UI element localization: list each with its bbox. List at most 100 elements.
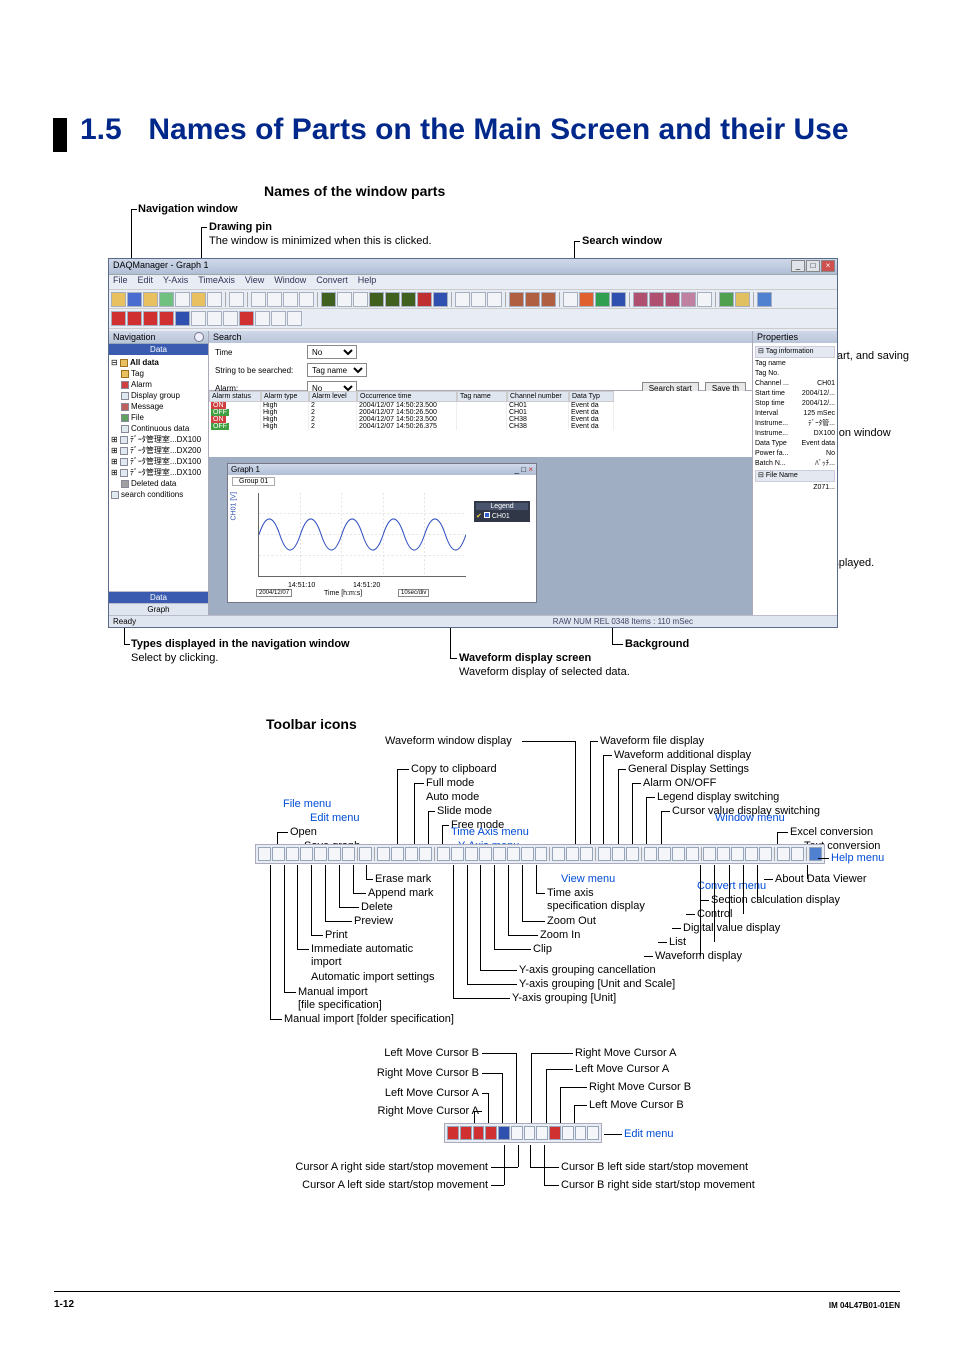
col-channel[interactable]: Channel number [507, 391, 569, 402]
toolbar-icon[interactable] [471, 292, 486, 307]
tb-icon[interactable] [300, 847, 313, 861]
tb-icon[interactable] [419, 847, 432, 861]
tb-icon[interactable] [717, 847, 730, 861]
toolbar-icon[interactable] [159, 292, 174, 307]
tb-icon[interactable] [391, 847, 404, 861]
toolbar-icon[interactable] [649, 292, 664, 307]
nav-tab-graph[interactable]: Graph [109, 603, 208, 615]
tb-icon[interactable] [473, 1126, 485, 1140]
tb-icon[interactable] [286, 847, 299, 861]
toolbar-icon[interactable] [541, 292, 556, 307]
tb-icon[interactable] [405, 847, 418, 861]
group-dropdown[interactable]: Group 01 [232, 477, 275, 486]
toolbar-icon[interactable] [757, 292, 772, 307]
menu-window[interactable]: Window [274, 275, 306, 289]
tb-icon[interactable] [437, 847, 450, 861]
tb-icon[interactable] [566, 847, 579, 861]
tb-icon[interactable] [485, 1126, 497, 1140]
tree-item[interactable]: search conditions [121, 490, 183, 499]
menu-timeaxis[interactable]: TimeAxis [198, 275, 235, 289]
data-list-row[interactable]: ONHigh22004/12/07 14:50:23.500CH38Event … [209, 416, 752, 423]
toolbar-icon[interactable] [271, 311, 286, 326]
toolbar-icon[interactable] [191, 311, 206, 326]
minimize-button[interactable]: _ [791, 260, 805, 272]
toolbar-icon[interactable] [697, 292, 712, 307]
tb-icon[interactable] [703, 847, 716, 861]
tree-item[interactable]: ﾃﾞｰﾀ管理室...DX100 [130, 457, 201, 466]
tree-item[interactable]: Continuous data [131, 424, 189, 433]
tb-icon[interactable] [644, 847, 657, 861]
data-list-row[interactable]: OFFHigh22004/12/07 14:50:26.375CH38Event… [209, 423, 752, 430]
plot-area[interactable] [258, 493, 466, 577]
tree-root[interactable]: All data [130, 358, 159, 367]
toolbar-icon[interactable] [401, 292, 416, 307]
menu-view[interactable]: View [245, 275, 264, 289]
tb-icon[interactable] [507, 847, 520, 861]
tb-icon[interactable] [342, 847, 355, 861]
tb-icon[interactable] [552, 847, 565, 861]
toolbar-icon[interactable] [417, 292, 432, 307]
toolbar-icon[interactable] [455, 292, 470, 307]
toolbar-icon[interactable] [385, 292, 400, 307]
tb-icon[interactable] [328, 847, 341, 861]
tb-icon[interactable] [359, 847, 372, 861]
tree-item[interactable]: ﾃﾞｰﾀ管理室...DX200 [130, 446, 201, 455]
tree-item[interactable]: Tag [131, 369, 144, 378]
prop-section[interactable]: File Name [766, 472, 798, 479]
nav-data-header[interactable]: Data [109, 344, 208, 355]
toolbar-icon[interactable] [223, 311, 238, 326]
toolbar-icon[interactable] [681, 292, 696, 307]
pin-icon[interactable] [194, 332, 204, 342]
prop-section[interactable]: Tag information [766, 348, 814, 355]
menu-edit[interactable]: Edit [138, 275, 154, 289]
toolbar-icon[interactable] [611, 292, 626, 307]
tree-item[interactable]: ﾃﾞｰﾀ管理室...DX100 [130, 435, 201, 444]
tb-icon[interactable] [672, 847, 685, 861]
toolbar-icon[interactable] [111, 311, 126, 326]
toolbar-icon[interactable] [337, 292, 352, 307]
tb-icon[interactable] [745, 847, 758, 861]
toolbar-icon[interactable] [735, 292, 750, 307]
toolbar-icon[interactable] [143, 292, 158, 307]
close-button[interactable]: × [821, 260, 835, 272]
tb-icon[interactable] [658, 847, 671, 861]
tb-icon[interactable] [777, 847, 790, 861]
col-datatype[interactable]: Data Typ [569, 391, 614, 402]
toolbar-icon[interactable] [525, 292, 540, 307]
toolbar-icon[interactable] [487, 292, 502, 307]
toolbar-icon[interactable] [267, 292, 282, 307]
tb-icon[interactable] [598, 847, 611, 861]
toolbar-icon[interactable] [595, 292, 610, 307]
tb-icon[interactable] [549, 1126, 561, 1140]
menu-help[interactable]: Help [358, 275, 377, 289]
toolbar-icon[interactable] [251, 292, 266, 307]
toolbar-icon[interactable] [191, 292, 206, 307]
tree-item[interactable]: ﾃﾞｰﾀ管理室...DX100 [130, 468, 201, 477]
toolbar-icon[interactable] [207, 311, 222, 326]
toolbar-icon[interactable] [127, 311, 142, 326]
tree-item[interactable]: File [131, 413, 144, 422]
tb-icon[interactable] [465, 847, 478, 861]
tb-icon[interactable] [272, 847, 285, 861]
col-alarm-level[interactable]: Alarm level [309, 391, 357, 402]
toolbar-icon[interactable] [175, 311, 190, 326]
time-select[interactable]: No [307, 345, 357, 359]
menu-file[interactable]: File [113, 275, 128, 289]
maximize-button[interactable]: □ [806, 260, 820, 272]
toolbar-icon[interactable] [509, 292, 524, 307]
toolbar-icon[interactable] [633, 292, 648, 307]
tree-item[interactable]: Display group [131, 391, 180, 400]
tb-icon[interactable] [686, 847, 699, 861]
tb-icon[interactable] [575, 1126, 587, 1140]
legend[interactable]: Legend ✔ CH01 [474, 501, 530, 522]
tb-icon[interactable] [314, 847, 327, 861]
toolbar-icon[interactable] [579, 292, 594, 307]
tb-icon[interactable] [521, 847, 534, 861]
tb-icon[interactable] [759, 847, 772, 861]
col-occurrence[interactable]: Occurrence time [357, 391, 457, 402]
tree-item[interactable]: Deleted data [131, 479, 176, 488]
toolbar-icon[interactable] [665, 292, 680, 307]
toolbar-icon[interactable] [287, 311, 302, 326]
tb-icon[interactable] [493, 847, 506, 861]
tb-icon[interactable] [258, 847, 271, 861]
